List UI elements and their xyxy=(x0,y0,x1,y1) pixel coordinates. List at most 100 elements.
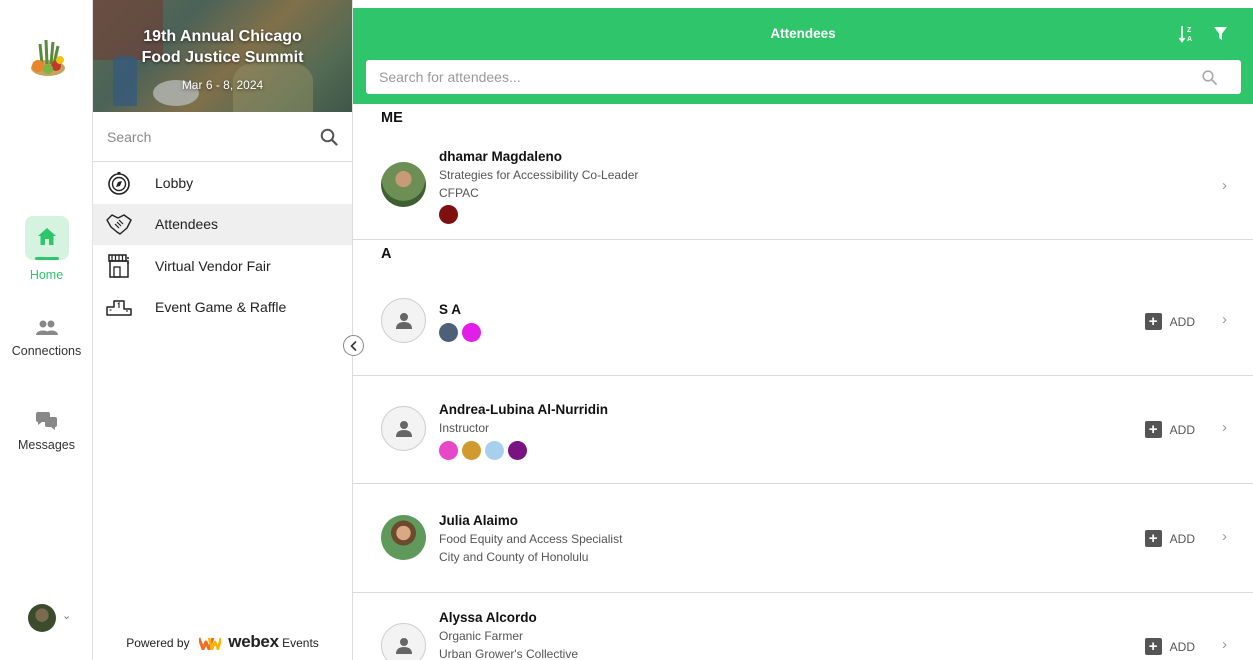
rail-connections[interactable]: Connections xyxy=(0,320,93,358)
attendee-name: Andrea-Lubina Al-Nurridin xyxy=(439,402,608,417)
person-icon xyxy=(396,313,412,329)
attendee-tags xyxy=(439,323,481,342)
svg-text:A: A xyxy=(1187,36,1192,43)
home-tile xyxy=(24,216,69,260)
attendee-avatar-photo xyxy=(381,162,426,207)
attendee-name: Julia Alaimo xyxy=(439,513,519,528)
attendee-org: Urban Grower's Collective xyxy=(439,647,579,660)
home-icon xyxy=(37,228,56,245)
event-title: 19th Annual Chicago Food Justice Summit xyxy=(141,28,304,66)
attendee-search xyxy=(366,60,1241,94)
attendee-name: Alyssa Alcordo xyxy=(439,610,537,625)
attendee-title: Food Equity and Access Specialist xyxy=(439,532,623,546)
plus-icon: + xyxy=(1144,313,1162,330)
attendee-name: dhamar Magdaleno xyxy=(439,149,563,164)
webex-logo-icon xyxy=(198,637,221,650)
search-icon[interactable] xyxy=(1202,70,1217,85)
rail-home[interactable]: Home xyxy=(0,216,93,282)
plus-icon: + xyxy=(1144,638,1162,655)
tag-dot xyxy=(439,205,458,224)
chevron-right-icon[interactable]: › xyxy=(1222,636,1227,653)
nav-item-label: Event Game & Raffle xyxy=(155,299,287,316)
powered-by-footer[interactable]: Powered by webex Events xyxy=(93,632,352,652)
app-window: Home Connections Messages ⌄ 19th Annual … xyxy=(0,0,1253,660)
event-banner[interactable]: 19th Annual Chicago Food Justice Summit … xyxy=(93,0,352,112)
chevron-down-icon[interactable]: ⌄ xyxy=(62,609,71,622)
people-icon xyxy=(35,320,58,335)
nav-item-virtual-vendor-fair[interactable]: Virtual Vendor Fair xyxy=(93,245,352,287)
add-connection-button[interactable]: + ADD xyxy=(1144,638,1195,655)
attendee-avatar-placeholder xyxy=(381,623,426,660)
attendee-name: S A xyxy=(439,302,462,317)
nav-search-input[interactable] xyxy=(93,112,313,161)
left-rail: Home Connections Messages ⌄ xyxy=(0,0,93,660)
attendee-tags xyxy=(439,205,458,224)
attendees-main: Attendees Z A ME dhamar Magdaleno S xyxy=(353,0,1253,660)
event-dates: Mar 6 - 8, 2024 xyxy=(181,78,264,92)
nav-item-event-game-raffle[interactable]: Event Game & Raffle xyxy=(93,287,352,329)
attendee-org: CFPAC xyxy=(439,186,479,200)
plus-icon: + xyxy=(1144,421,1162,438)
section-header: A xyxy=(381,246,392,262)
person-icon xyxy=(396,421,412,437)
person-icon xyxy=(396,638,412,654)
add-connection-button[interactable]: + ADD xyxy=(1144,313,1195,330)
attendee-tags xyxy=(439,441,527,460)
attendee-title: Instructor xyxy=(439,421,490,435)
rail-messages-label: Messages xyxy=(18,438,75,452)
filter-icon[interactable] xyxy=(1214,27,1227,41)
svg-text:Z: Z xyxy=(1187,27,1192,34)
add-connection-button[interactable]: + ADD xyxy=(1144,421,1195,438)
attendee-row[interactable]: dhamar Magdaleno Strategies for Accessib… xyxy=(353,130,1253,240)
nav-search xyxy=(93,112,352,162)
event-logo[interactable] xyxy=(26,38,70,78)
collapse-panel-button[interactable] xyxy=(343,335,364,356)
plus-icon: + xyxy=(1144,530,1162,547)
search-icon[interactable] xyxy=(320,128,338,146)
tag-dot xyxy=(439,441,458,460)
handshake-icon xyxy=(106,211,132,237)
add-connection-button[interactable]: + ADD xyxy=(1144,530,1195,547)
rail-connections-label: Connections xyxy=(11,344,82,358)
attendee-title: Organic Farmer xyxy=(439,629,524,643)
compass-icon xyxy=(106,170,132,196)
attendee-org: City and County of Honolulu xyxy=(439,550,589,564)
nav-item-lobby[interactable]: Lobby xyxy=(93,162,352,204)
add-label: ADD xyxy=(1169,639,1195,654)
chevron-right-icon[interactable]: › xyxy=(1222,528,1227,545)
add-label: ADD xyxy=(1169,531,1195,546)
attendee-title: Strategies for Accessibility Co-Leader xyxy=(439,168,639,182)
powered-by-text: Powered by xyxy=(126,636,190,650)
nav-item-label: Lobby xyxy=(155,174,194,191)
user-avatar[interactable] xyxy=(28,604,56,632)
attendee-row[interactable]: Andrea-Lubina Al-Nurridin Instructor + A… xyxy=(353,376,1253,484)
attendee-row[interactable]: Alyssa Alcordo Organic Farmer Urban Grow… xyxy=(353,593,1253,660)
event-nav-panel: 19th Annual Chicago Food Justice Summit … xyxy=(93,0,353,660)
chevron-right-icon[interactable]: › xyxy=(1222,419,1227,436)
nav-item-label: Attendees xyxy=(155,216,219,233)
chevron-right-icon[interactable]: › xyxy=(1222,311,1227,328)
rail-messages[interactable]: Messages xyxy=(0,410,93,452)
sort-az-icon[interactable]: Z A xyxy=(1179,25,1195,43)
chevron-right-icon[interactable]: › xyxy=(1222,177,1227,194)
attendee-search-input[interactable] xyxy=(366,60,1186,94)
attendee-avatar-placeholder xyxy=(381,406,426,451)
nav-item-label: Virtual Vendor Fair xyxy=(155,257,271,274)
page-title: Attendees xyxy=(770,26,836,41)
brand-suffix: Events xyxy=(282,636,319,650)
tag-dot xyxy=(462,323,481,342)
tag-dot xyxy=(462,441,481,460)
brand-name: webex xyxy=(228,632,279,651)
tag-dot xyxy=(439,323,458,342)
attendee-row[interactable]: S A + ADD › xyxy=(353,266,1253,376)
add-label: ADD xyxy=(1169,314,1195,329)
chat-bubbles-icon xyxy=(35,412,57,430)
add-label: ADD xyxy=(1169,422,1195,437)
nav-item-attendees[interactable]: Attendees xyxy=(93,203,352,245)
chevron-left-icon xyxy=(350,340,357,351)
podium-icon xyxy=(106,294,132,320)
attendee-avatar-photo xyxy=(381,515,426,560)
attendee-row[interactable]: Julia Alaimo Food Equity and Access Spec… xyxy=(353,484,1253,593)
rail-home-label: Home xyxy=(29,268,64,282)
storefront-icon xyxy=(106,253,132,279)
